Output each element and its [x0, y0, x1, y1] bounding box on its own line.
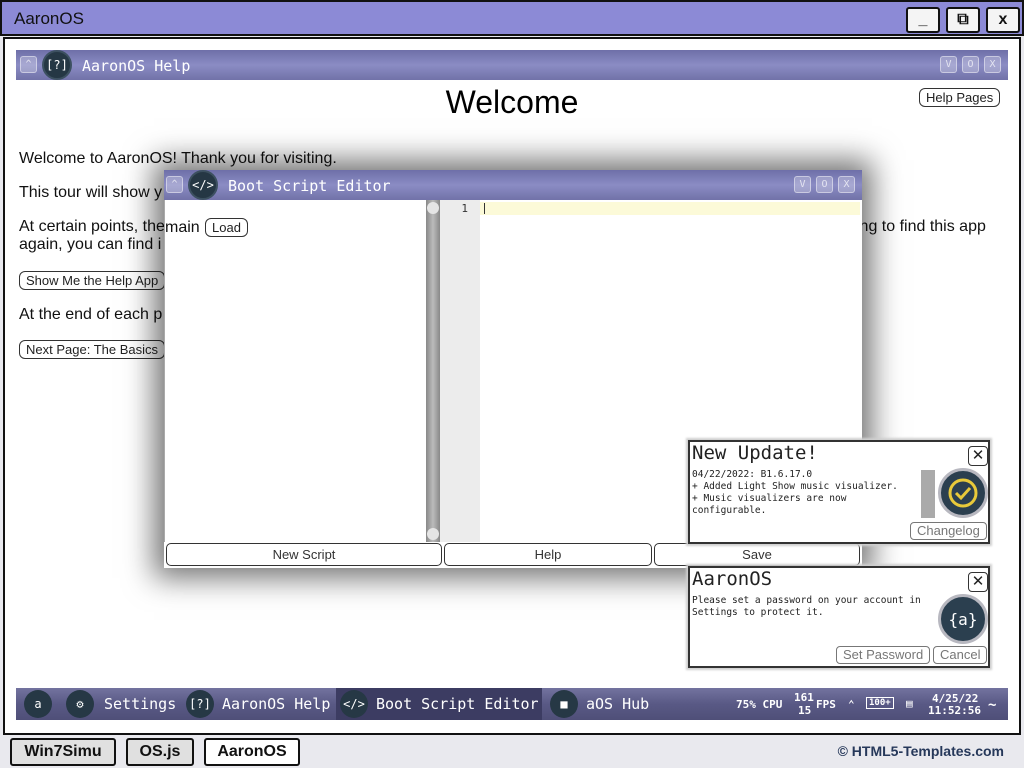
notification-scrollbar[interactable]	[921, 470, 935, 518]
copyright-link[interactable]: © HTML5-Templates.com	[838, 743, 1004, 759]
time-display[interactable]: 11:52:56	[928, 704, 981, 717]
update-notification: New Update! ✕ 04/22/2022: B1.6.17.0 + Ad…	[688, 440, 990, 544]
page-title: Welcome	[445, 84, 579, 120]
window-close-icon[interactable]: X	[984, 56, 1001, 73]
scroll-knob-top	[427, 202, 439, 214]
aaronos-logo-icon: {a}	[938, 594, 988, 644]
help-app-icon: [?]	[42, 50, 72, 80]
restore-button[interactable]: ⧉	[946, 7, 980, 33]
code-icon: </>	[188, 170, 218, 200]
minimize-button[interactable]: _	[906, 7, 940, 33]
taskbar-item-settings[interactable]: ⚙ Settings	[62, 688, 180, 720]
tab-aaronos[interactable]: AaronOS	[204, 738, 300, 766]
password-notification: AaronOS ✕ Please set a password on your …	[688, 566, 990, 668]
update-line-3: + Music visualizers are now	[692, 493, 847, 504]
tab-win7simu[interactable]: Win7Simu	[10, 738, 116, 766]
bse-titlebar[interactable]: ^ </> Boot Script Editor V O X	[164, 170, 862, 200]
cpu-usage[interactable]: 75% CPU	[736, 698, 782, 711]
password-line-1: Please set a password on your account in	[692, 595, 921, 606]
taskbar-item-boot-script-editor[interactable]: </> Boot Script Editor	[336, 688, 542, 720]
help-button[interactable]: Help	[444, 543, 652, 566]
update-line-2: + Added Light Show music visualizer.	[692, 481, 898, 492]
script-list[interactable]: main Load	[164, 200, 428, 542]
bse-collapse-icon[interactable]: ^	[166, 176, 183, 193]
fps-top: 161	[794, 691, 814, 704]
paragraph-welcome: Welcome to AaronOS! Thank you for visiti…	[19, 150, 337, 167]
taskbar-label: AaronOS Help	[222, 695, 331, 713]
start-button[interactable]: a	[20, 688, 60, 720]
paragraph-again: again, you can find i	[19, 236, 162, 253]
help-window-title: AaronOS Help	[82, 57, 191, 75]
notifications-icon[interactable]: ▤	[906, 697, 913, 710]
line-number-gutter: 1	[440, 200, 480, 542]
set-password-button[interactable]: Set Password	[836, 646, 931, 664]
help-pages-button[interactable]: Help Pages	[919, 88, 1001, 107]
next-page-button[interactable]: Next Page: The Basics	[19, 340, 165, 359]
password-line-2: Settings to protect it.	[692, 607, 824, 618]
fps-label: FPS	[816, 698, 836, 711]
notification-title: AaronOS	[692, 568, 773, 590]
close-button[interactable]: x	[986, 7, 1020, 33]
bottom-bar: Win7Simu OS.js AaronOS © HTML5-Templates…	[0, 736, 1024, 768]
network-icon[interactable]: ⌃	[848, 698, 855, 711]
new-script-button[interactable]: New Script	[166, 543, 442, 566]
paragraph-tour: This tour will show y	[19, 184, 163, 201]
paragraph-points-tail: ing to find this app	[856, 218, 986, 235]
taskbar-label: Settings	[104, 695, 177, 713]
line-number: 1	[461, 202, 468, 215]
wave-icon[interactable]: ~	[988, 697, 996, 713]
notification-title: New Update!	[692, 442, 818, 464]
bse-title: Boot Script Editor	[228, 177, 391, 195]
cancel-button[interactable]: Cancel	[933, 646, 988, 664]
bse-fold-icon[interactable]: V	[794, 176, 811, 193]
desktop: ^ [?] AaronOS Help V O X Welcome Help Pa…	[16, 50, 1008, 720]
tab-osjs[interactable]: OS.js	[126, 738, 194, 766]
save-button[interactable]: Save	[654, 543, 860, 566]
active-line	[480, 202, 860, 215]
taskbar-label: aOS Hub	[586, 695, 650, 713]
close-notification-button[interactable]: ✕	[968, 572, 988, 592]
fps-bottom: 15	[798, 704, 812, 717]
scroll-knob-bottom	[427, 528, 439, 540]
battery-icon[interactable]: 100+	[866, 697, 894, 709]
collapse-icon[interactable]: ^	[20, 56, 37, 73]
show-help-app-button[interactable]: Show Me the Help App	[19, 271, 166, 290]
editor-scrollbar[interactable]	[426, 200, 440, 542]
close-notification-button[interactable]: ✕	[968, 446, 988, 466]
load-button[interactable]: Load	[205, 218, 248, 237]
taskbar-item-aos-hub[interactable]: ■ aOS Hub	[546, 688, 656, 720]
text-caret	[484, 203, 485, 214]
bse-maximize-icon[interactable]: O	[816, 176, 833, 193]
window-fold-icon[interactable]: V	[940, 56, 957, 73]
svg-text:{a}: {a}	[949, 610, 978, 629]
help-icon: [?]	[186, 690, 214, 718]
update-check-icon	[938, 468, 988, 518]
browser-title: AaronOS	[14, 9, 84, 28]
hub-icon: ■	[550, 690, 578, 718]
bse-close-icon[interactable]: X	[838, 176, 855, 193]
gear-icon: ⚙	[66, 690, 94, 718]
window-maximize-icon[interactable]: O	[962, 56, 979, 73]
taskbar-label: Boot Script Editor	[376, 695, 539, 713]
update-line-4: configurable.	[692, 505, 767, 516]
taskbar-item-help[interactable]: [?] AaronOS Help	[182, 688, 334, 720]
help-window-titlebar[interactable]: ^ [?] AaronOS Help V O X	[16, 50, 1008, 80]
paragraph-end: At the end of each p	[19, 306, 163, 323]
aos-logo-icon: a	[24, 690, 52, 718]
code-icon: </>	[340, 690, 368, 718]
script-list-fragment: main	[165, 219, 200, 236]
taskbar: a ⚙ Settings [?] AaronOS Help </> Boot S…	[16, 688, 1008, 720]
browser-titlebar: AaronOS _ ⧉ x	[0, 0, 1024, 36]
changelog-button[interactable]: Changelog	[910, 522, 987, 540]
update-line-1: 04/22/2022: B1.6.17.0	[692, 469, 813, 480]
